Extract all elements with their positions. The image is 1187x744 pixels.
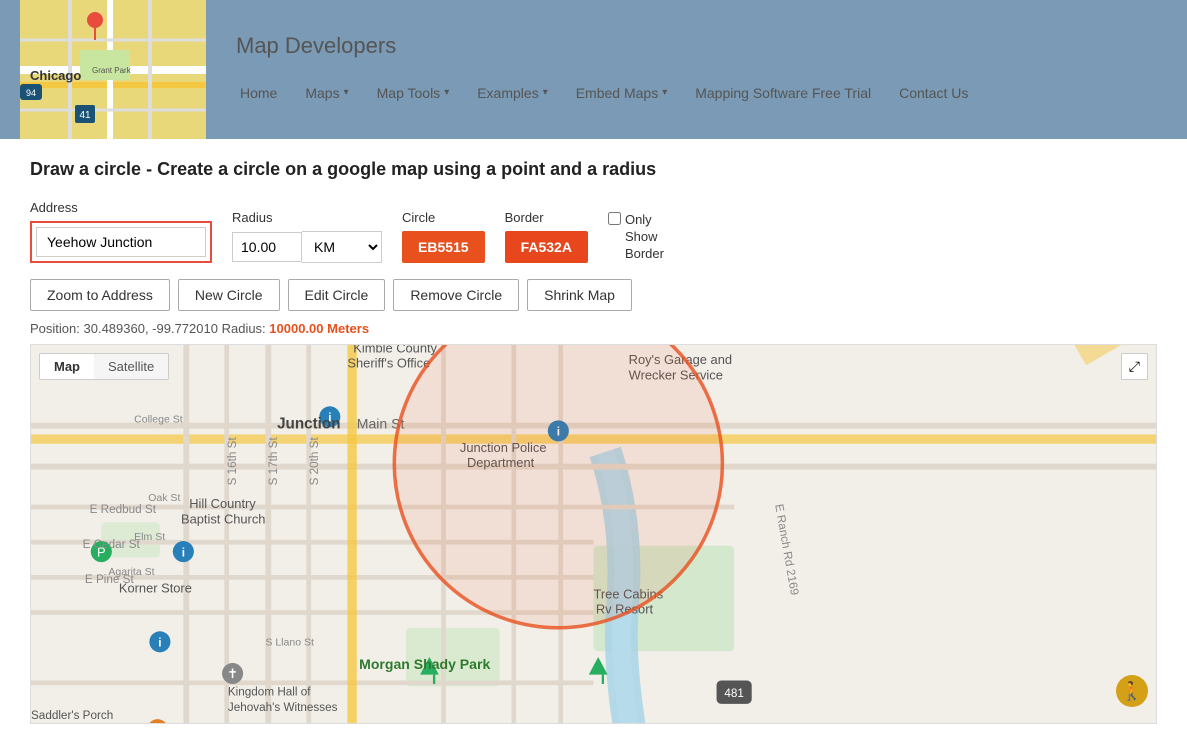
svg-text:Grant Park: Grant Park [92,66,132,75]
nav-maps[interactable]: Maps ▾ [291,79,362,107]
svg-text:Hill Country: Hill Country [189,496,256,511]
svg-text:Sheriff's Office: Sheriff's Office [347,356,430,371]
address-field-wrapper [30,221,212,263]
nav-examples[interactable]: Examples ▾ [463,79,562,107]
remove-circle-button[interactable]: Remove Circle [393,279,519,311]
nav-map-tools[interactable]: Map Tools ▾ [363,79,464,107]
position-coords: 30.489360, -99.772010 [84,321,218,336]
nav-home[interactable]: Home [226,79,291,107]
svg-text:Saddler's Porch: Saddler's Porch [31,709,113,722]
map-tab-map[interactable]: Map [40,354,94,379]
border-color-button[interactable]: FA532A [505,231,588,263]
page-title: Draw a circle - Create a circle on a goo… [30,159,1157,180]
nav-embed-maps-arrow: ▾ [662,87,667,98]
svg-text:i: i [182,546,185,559]
circle-label: Circle [402,210,485,225]
map-tabs: Map Satellite [39,353,169,380]
position-info: Position: 30.489360, -99.772010 Radius: … [30,321,1157,336]
only-show-border-group: OnlyShowBorder [608,212,664,263]
border-group: Border FA532A [505,210,588,263]
new-circle-button[interactable]: New Circle [178,279,280,311]
svg-text:Elm St: Elm St [134,531,165,543]
main-nav: Home Maps ▾ Map Tools ▾ Examples ▾ Embed… [226,79,1167,107]
map-svg: i i i i P 🍴 ✝ ✝ 481 Sc [31,345,1156,723]
site-logo[interactable]: 41 Chicago 94 Grant Park Chicago Grant P… [20,0,206,139]
svg-text:Baptist Church: Baptist Church [181,511,265,526]
only-show-border-label: OnlyShowBorder [625,212,664,263]
only-show-border-checkbox[interactable] [608,212,621,225]
nav-mapping-software[interactable]: Mapping Software Free Trial [681,79,885,107]
radius-prefix: Radius: [222,321,266,336]
svg-text:Morgan Shady Park: Morgan Shady Park [359,656,490,672]
edit-circle-button[interactable]: Edit Circle [288,279,386,311]
svg-text:Jehovah's Witnesses: Jehovah's Witnesses [228,701,338,714]
svg-text:Kimble County: Kimble County [353,345,437,355]
streetview-icon: 🚶 [1121,681,1143,702]
nav-embed-maps[interactable]: Embed Maps ▾ [562,79,682,107]
svg-text:Agarita St: Agarita St [108,566,154,578]
zoom-to-address-button[interactable]: Zoom to Address [30,279,170,311]
svg-text:Kingdom Hall of: Kingdom Hall of [228,686,311,699]
main-content: Draw a circle - Create a circle on a goo… [0,139,1187,744]
address-label: Address [30,200,212,215]
nav-maps-arrow: ▾ [344,87,349,98]
site-title: Map Developers [236,33,1167,59]
radius-value: 10000.00 Meters [269,321,369,336]
svg-text:E Cedar St: E Cedar St [83,538,141,551]
radius-group: Radius KM Miles Meters [232,210,382,263]
address-input[interactable] [36,227,206,257]
radius-inputs: KM Miles Meters [232,231,382,263]
nav-map-tools-arrow: ▾ [444,87,449,98]
svg-text:S Llano St: S Llano St [265,636,314,648]
svg-text:✝: ✝ [227,666,238,681]
svg-text:College St: College St [134,414,183,426]
fullscreen-button[interactable]: ⤢ [1121,353,1148,380]
nav-examples-arrow: ▾ [543,87,548,98]
radius-number-input[interactable] [232,232,302,262]
position-prefix: Position: [30,321,80,336]
streetview-person[interactable]: 🚶 [1116,675,1148,707]
radius-unit-select[interactable]: KM Miles Meters [302,231,382,263]
svg-text:S 20th St: S 20th St [308,437,321,486]
svg-text:S 17th St: S 17th St [267,437,280,486]
shrink-map-button[interactable]: Shrink Map [527,279,632,311]
svg-text:41: 41 [79,110,91,121]
svg-text:🍴: 🍴 [150,722,166,723]
map-tab-satellite[interactable]: Satellite [94,354,168,379]
svg-text:i: i [158,637,161,650]
svg-text:E Redbud St: E Redbud St [90,503,157,516]
svg-text:94: 94 [26,88,36,98]
form-row: Address Radius KM Miles Meters Circle EB… [30,200,1157,263]
svg-text:Oak St: Oak St [148,492,180,504]
circle-group: Circle EB5515 [402,210,485,263]
svg-text:Chicago: Chicago [30,68,81,83]
header-right: Map Developers Home Maps ▾ Map Tools ▾ E… [206,33,1167,107]
fullscreen-icon: ⤢ [1129,358,1140,374]
border-label: Border [505,210,588,225]
only-show-border-row: OnlyShowBorder [608,212,664,263]
svg-text:481: 481 [724,687,744,700]
map-container: i i i i P 🍴 ✝ ✝ 481 Sc [30,344,1157,724]
button-row: Zoom to Address New Circle Edit Circle R… [30,279,1157,311]
header: 41 Chicago 94 Grant Park Chicago Grant P… [0,0,1187,139]
svg-text:S 16th St: S 16th St [226,437,239,486]
svg-text:Junction: Junction [277,416,340,433]
nav-contact-us[interactable]: Contact Us [885,79,982,107]
circle-color-button[interactable]: EB5515 [402,231,485,263]
radius-label: Radius [232,210,382,225]
address-group: Address [30,200,212,263]
